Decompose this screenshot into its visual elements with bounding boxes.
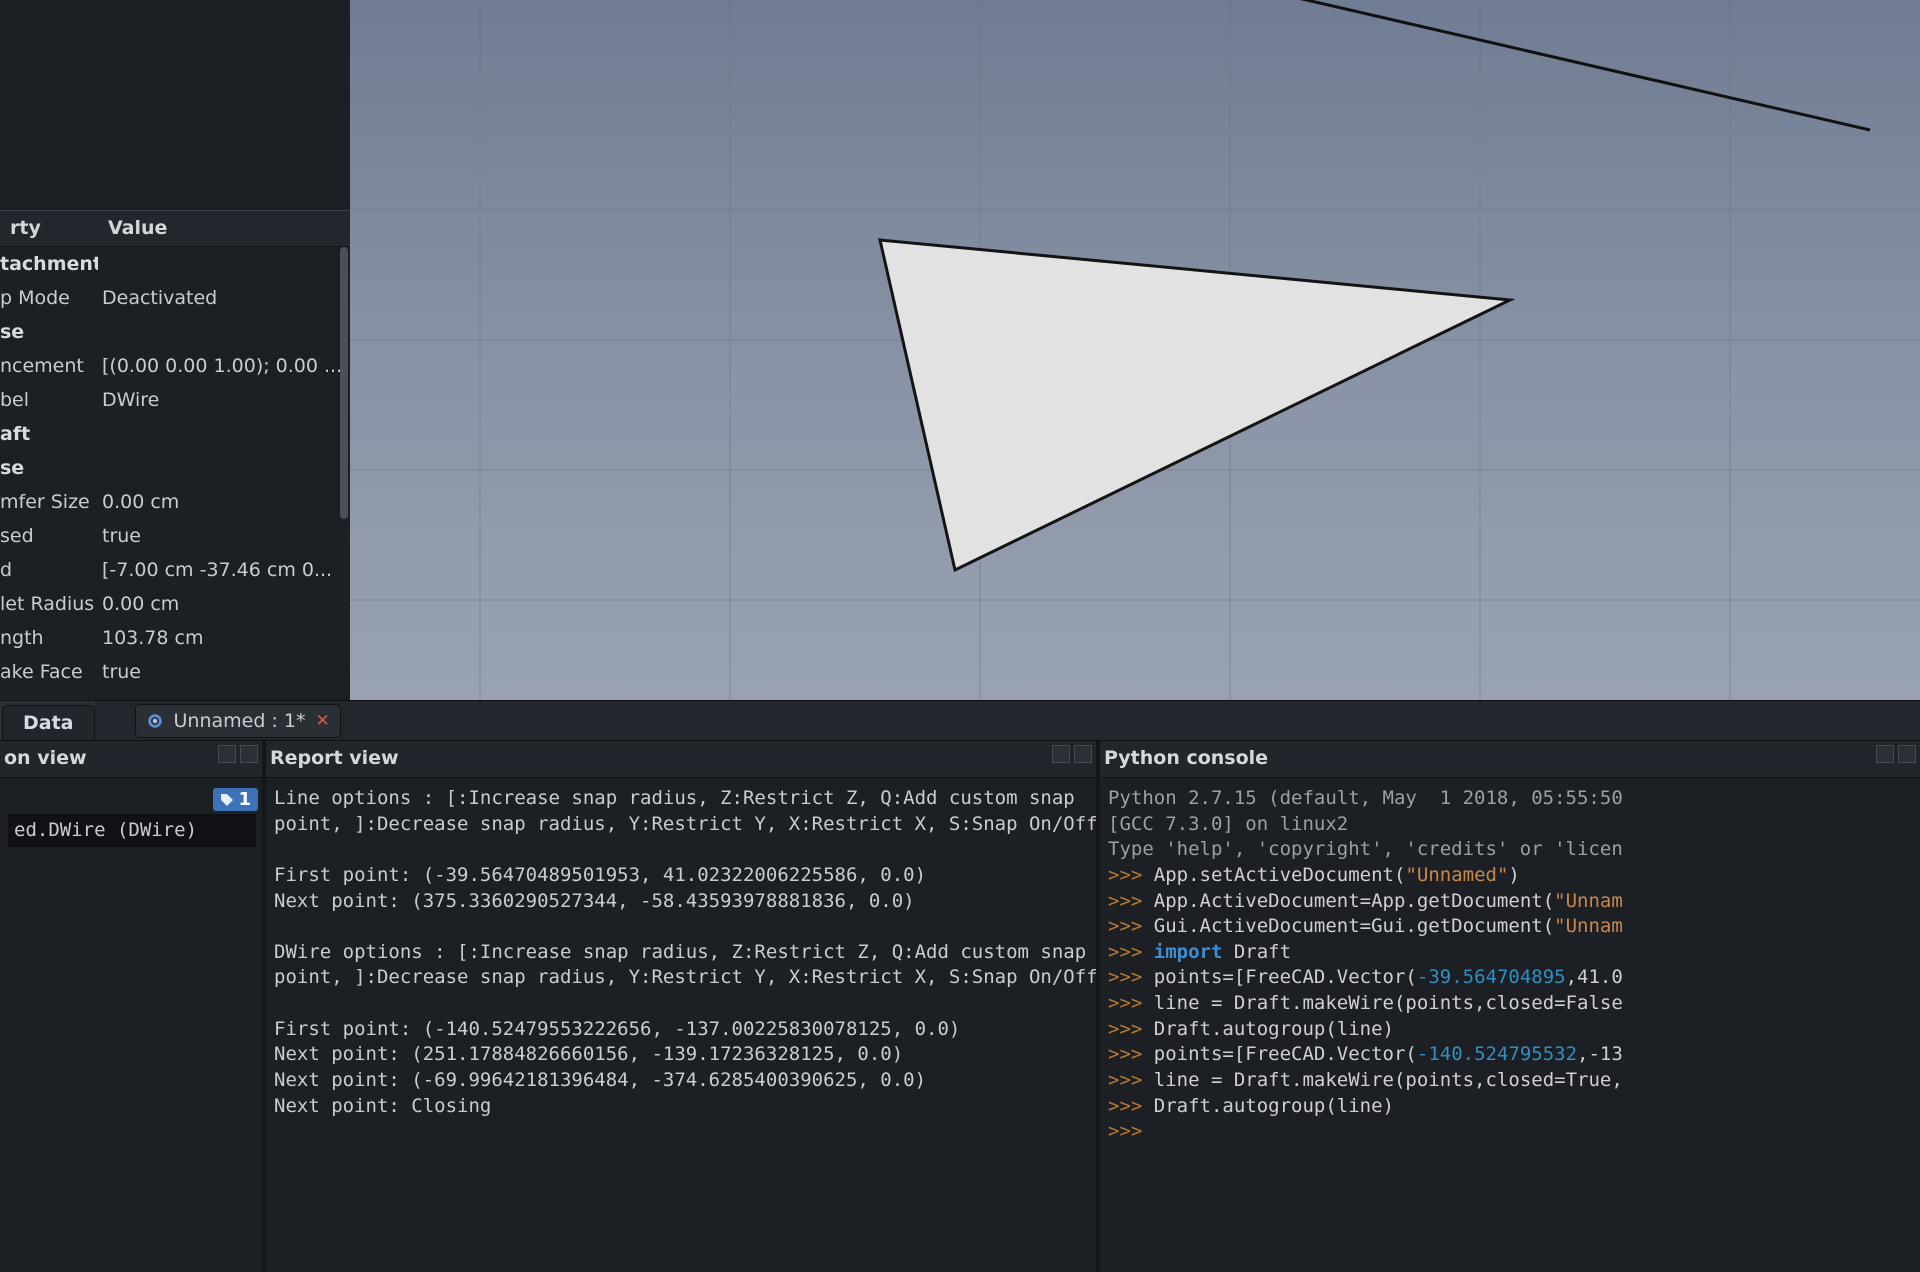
document-tab-label: Unnamed : 1* [174,710,306,732]
property-key: aft [0,423,98,445]
python-console-pane: Python console Python 2.7.15 (default, M… [1100,741,1920,1272]
selection-view-title: on view 1 [0,741,262,778]
close-icon[interactable]: ✕ [315,711,329,731]
document-gear-icon [146,712,164,730]
property-key: bel [0,389,98,411]
property-value: 103.78 cm [98,627,350,649]
console-line: Python 2.7.15 (default, May 1 2018, 05:5… [1108,786,1914,812]
property-value: [-7.00 cm -37.46 cm 0... [98,559,350,581]
property-body[interactable]: tachmentp ModeDeactivatedsencement[(0.00… [0,247,350,700]
report-view-body[interactable]: Line options : [:Increase snap radius, Z… [266,778,1096,1272]
property-key: se [0,321,98,343]
property-header-key: rty [0,211,98,246]
console-line: >>> App.ActiveDocument=App.getDocument("… [1108,889,1914,915]
property-row[interactable]: ncement[(0.00 0.00 1.00); 0.00 ... [0,349,350,383]
console-line: >>> App.setActiveDocument("Unnamed") [1108,863,1914,889]
property-key: ake Face [0,661,98,683]
python-console-title: Python console [1100,741,1920,778]
property-key: tachment [0,253,98,275]
pane-restore-icon[interactable] [218,745,236,763]
console-line: >>> points=[FreeCAD.Vector(-39.564704895… [1108,965,1914,991]
selection-item[interactable]: ed.DWire (DWire) [8,814,256,848]
property-row[interactable]: ngth103.78 cm [0,621,350,655]
pane-restore-icon[interactable] [1052,745,1070,763]
property-value: 0.00 cm [98,491,350,513]
pane-restore-icon[interactable] [1876,745,1894,763]
3d-viewport[interactable] [350,0,1920,700]
property-key: sed [0,525,98,547]
report-view-pane: Report view Line options : [:Increase sn… [266,741,1096,1272]
document-tab[interactable]: Unnamed : 1* ✕ [135,704,341,738]
report-view-title: Report view [266,741,1096,778]
property-key: p Mode [0,287,98,309]
selection-view-pane: on view 1 ed.DWire (DWire) [0,741,262,1272]
property-key: ncement [0,355,98,377]
console-line: >>> line = Draft.makeWire(points,closed=… [1108,1068,1914,1094]
property-row[interactable]: let Radius0.00 cm [0,587,350,621]
console-line: [GCC 7.3.0] on linux2 [1108,812,1914,838]
console-line: Type 'help', 'copyright', 'credits' or '… [1108,837,1914,863]
pane-close-icon[interactable] [1898,745,1916,763]
tag-icon [220,793,234,807]
property-row[interactable]: p ModeDeactivated [0,281,350,315]
property-row[interactable]: aft [0,417,350,451]
property-header-value: Value [98,211,350,246]
console-line: >>> line = Draft.makeWire(points,closed=… [1108,991,1914,1017]
property-header: rty Value [0,210,350,247]
property-value: [(0.00 0.00 1.00); 0.00 ... [98,355,350,377]
property-key: let Radius [0,593,98,615]
property-value: Deactivated [98,287,350,309]
property-row[interactable]: ake Facetrue [0,655,350,689]
property-row[interactable]: d[-7.00 cm -37.46 cm 0... [0,553,350,587]
property-row[interactable]: belDWire [0,383,350,417]
console-line: >>> Draft.autogroup(line) [1108,1094,1914,1120]
property-row[interactable]: se [0,451,350,485]
tab-data[interactable]: Data [2,705,95,740]
python-console-body[interactable]: Python 2.7.15 (default, May 1 2018, 05:5… [1100,778,1920,1272]
property-value: true [98,661,350,683]
property-key: d [0,559,98,581]
property-key: ngth [0,627,98,649]
pane-close-icon[interactable] [240,745,258,763]
console-line: >>> import Draft [1108,940,1914,966]
property-value: DWire [98,389,350,411]
property-row[interactable]: sedtrue [0,519,350,553]
scrollbar-thumb[interactable] [340,247,348,519]
property-key: se [0,457,98,479]
property-key: mfer Size [0,491,98,513]
console-line: >>> Gui.ActiveDocument=Gui.getDocument("… [1108,914,1914,940]
property-value: true [98,525,350,547]
pane-close-icon[interactable] [1074,745,1092,763]
console-line: >>> Draft.autogroup(line) [1108,1017,1914,1043]
property-row[interactable]: tachment [0,247,350,281]
console-line: >>> [1108,1119,1914,1145]
property-row[interactable]: se [0,315,350,349]
selection-view-body[interactable]: ed.DWire (DWire) [0,778,262,1272]
dwire-triangle [880,240,1510,570]
line-object [1220,0,1870,130]
console-line: >>> points=[FreeCAD.Vector(-140.52479553… [1108,1042,1914,1068]
selection-count-badge[interactable]: 1 [213,788,258,811]
property-panel: rty Value tachmentp ModeDeactivatedsence… [0,0,350,700]
property-value: 0.00 cm [98,593,350,615]
property-row[interactable]: mfer Size0.00 cm [0,485,350,519]
